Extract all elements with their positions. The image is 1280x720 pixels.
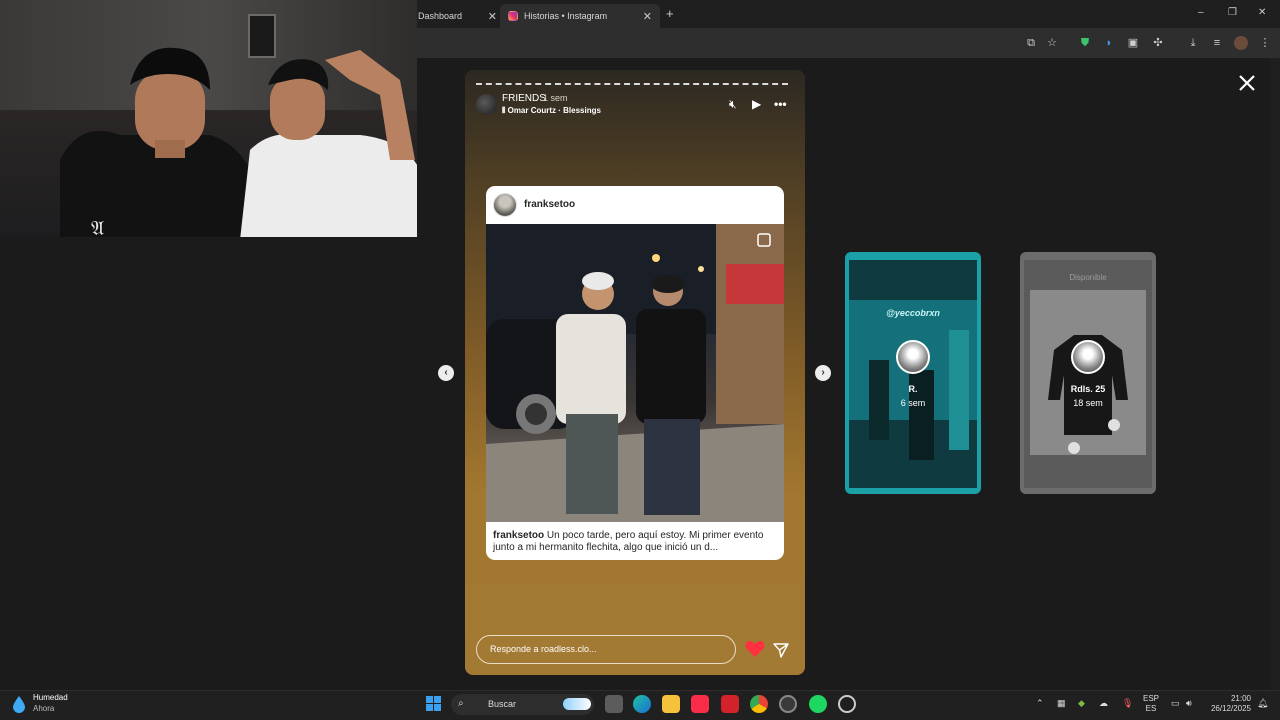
post-author-avatar[interactable] <box>493 193 517 217</box>
shirt-logo: 𝔄 <box>91 216 105 237</box>
previous-story-icon[interactable]: ‹ <box>438 365 454 381</box>
microphone-icon[interactable]: 🎙︎ <box>1122 698 1133 709</box>
menu-kebab-icon[interactable]: ⋮ <box>1258 36 1272 50</box>
instagram-icon <box>508 11 518 21</box>
story-preview-time: 18 sem <box>1073 398 1103 408</box>
tab-close-icon[interactable]: ✕ <box>488 10 497 23</box>
language-code: ESP <box>1143 694 1160 703</box>
profile-avatar[interactable] <box>1234 36 1248 50</box>
shield-extension-icon[interactable]: ⛊ <box>1078 36 1092 50</box>
webcam-person-right <box>240 50 417 237</box>
next-story-icon[interactable]: › <box>815 365 831 381</box>
extension-icon[interactable]: ◗ <box>1102 36 1116 50</box>
mute-icon[interactable]: 🔇︎ <box>729 97 737 112</box>
obs-icon[interactable] <box>779 695 797 713</box>
media-player-icon[interactable] <box>838 695 856 713</box>
extensions-puzzle-icon[interactable]: ✣ <box>1151 36 1165 50</box>
bookmark-star-icon[interactable]: ☆ <box>1045 36 1059 50</box>
apple-music-icon[interactable] <box>691 695 709 713</box>
notification-icon[interactable]: 🔔︎ <box>1257 698 1268 709</box>
cloud-icon[interactable]: ☁ <box>1099 698 1108 709</box>
capcut-icon[interactable] <box>721 695 739 713</box>
tab-instagram-stories[interactable]: Historias • Instagram ✕ <box>500 4 660 28</box>
search-highlight-icon[interactable] <box>563 698 591 710</box>
next-story-preview-2[interactable]: Disponible Rdls. 25 18 sem <box>1020 252 1156 494</box>
cast-icon[interactable]: ⧉ <box>1024 36 1038 50</box>
download-icon[interactable]: ⤓ <box>1186 36 1200 50</box>
story-music-label[interactable]: ⫴ Omar Courtz · Blessings <box>502 106 601 116</box>
story-preview-image <box>849 260 977 488</box>
story-music-text: Omar Courtz · Blessings <box>507 106 601 115</box>
story-preview-time: 6 sem <box>900 398 926 408</box>
clock-time: 21:00 <box>1230 694 1251 703</box>
play-icon[interactable]: ▶ <box>752 97 761 111</box>
more-options-icon[interactable]: ••• <box>774 97 787 111</box>
start-button[interactable] <box>426 696 441 711</box>
tray-security-icon[interactable]: ◆ <box>1078 698 1085 709</box>
minimize-button[interactable]: – <box>1198 7 1204 18</box>
post-photo <box>486 224 784 522</box>
search-icon: ⌕ <box>458 698 464 709</box>
weather-subtitle: Ahora <box>33 704 55 713</box>
close-window-button[interactable]: ✕ <box>1258 7 1266 18</box>
screen: Dashboard ✕ Historias • Instagram ✕ + – … <box>0 0 1280 720</box>
tab-label: Dashboard <box>418 11 463 21</box>
post-header: franksetoo <box>486 186 784 224</box>
story-preview-avatar <box>1071 340 1105 374</box>
media-control-icon[interactable]: ≡ <box>1210 36 1224 50</box>
edge-icon[interactable] <box>633 695 651 713</box>
story-preview-overlay-text: Disponible <box>1069 273 1107 282</box>
send-icon[interactable] <box>773 642 789 658</box>
caption-author[interactable]: franksetoo <box>493 530 544 541</box>
volume-icon[interactable]: 🔊︎ <box>1186 698 1192 709</box>
system-clock[interactable]: 21:00 26/12/2025 <box>1205 694 1251 714</box>
chrome-icon[interactable] <box>750 695 768 713</box>
story-preview-avatar <box>896 340 930 374</box>
post-photo-illustration <box>486 224 784 522</box>
story-card[interactable]: FRIENDS 1 sem ⫴ Omar Courtz · Blessings … <box>465 70 805 675</box>
clock-date: 26/12/2025 <box>1210 704 1251 713</box>
file-explorer-icon[interactable] <box>662 695 680 713</box>
task-view-icon[interactable] <box>605 695 623 713</box>
story-author-name[interactable]: FRIENDS <box>502 93 546 104</box>
show-hidden-icons-icon[interactable]: ⌃ <box>1036 698 1044 709</box>
like-heart-icon[interactable] <box>745 640 765 658</box>
new-tab-button[interactable]: + <box>666 6 674 21</box>
story-timestamp: 1 sem <box>543 93 568 103</box>
close-viewer-icon[interactable] <box>1236 72 1258 94</box>
page-scrollbar[interactable] <box>1270 58 1280 690</box>
story-author-avatar[interactable] <box>476 94 497 115</box>
reply-input[interactable]: Responde a roadless.clo... <box>476 635 736 664</box>
webcam-overlay: 𝔄 <box>0 0 417 237</box>
story-preview-name: R. <box>908 384 918 394</box>
language-indicator[interactable]: ESP ES <box>1143 694 1159 714</box>
tab-close-icon[interactable]: ✕ <box>643 10 652 23</box>
weather-title[interactable]: Humedad <box>33 693 68 702</box>
post-author-name[interactable]: franksetoo <box>524 199 575 210</box>
story-preview-overlay-text: @yeccobrxn <box>886 308 940 318</box>
story-preview-image <box>1024 260 1152 488</box>
tab-label: Historias • Instagram <box>524 11 608 21</box>
story-preview-name: Rdls. 25 <box>1070 384 1106 394</box>
restore-button[interactable]: ❐ <box>1228 7 1237 18</box>
keyboard-layout: ES <box>1145 704 1157 713</box>
next-story-preview-1[interactable]: @yeccobrxn R. 6 sem <box>845 252 981 494</box>
spotify-icon[interactable] <box>809 695 827 713</box>
reading-list-icon[interactable]: ▣ <box>1126 36 1140 50</box>
shared-post[interactable]: franksetoo franksetoo Un poco tarde, per… <box>486 186 784 560</box>
post-caption: franksetoo Un poco tarde, pero aquí esto… <box>493 530 781 554</box>
network-icon[interactable]: ▭ <box>1171 698 1180 709</box>
story-progress-bar <box>476 83 788 85</box>
tab-dashboard[interactable]: Dashboard ✕ <box>410 4 505 28</box>
humidity-drop-icon[interactable] <box>12 695 26 713</box>
tray-app-icon[interactable]: ▦ <box>1057 698 1066 709</box>
